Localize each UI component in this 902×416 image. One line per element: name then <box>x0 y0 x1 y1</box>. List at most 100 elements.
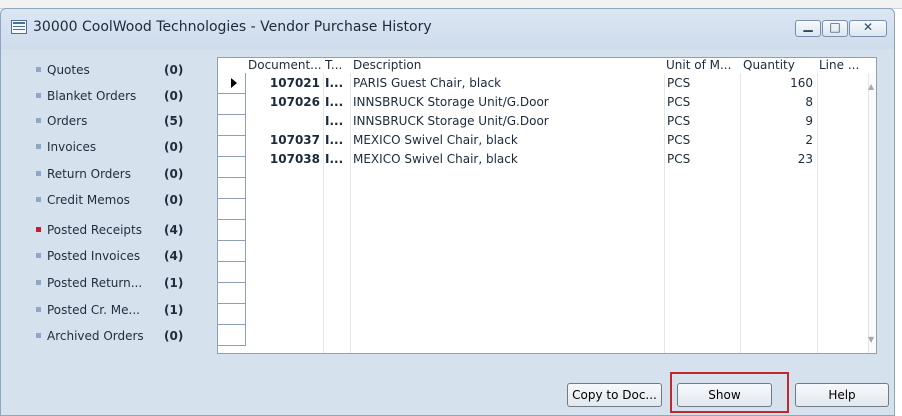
nav-item-label[interactable]: Archived Orders <box>47 329 144 343</box>
column-header-type[interactable]: T... <box>325 58 353 73</box>
row-selector[interactable] <box>218 157 246 178</box>
bullet-icon <box>36 197 41 202</box>
cell-unit[interactable]: PCS <box>667 151 737 167</box>
nav-item-posted-invoices[interactable]: Posted Invoices (4) <box>14 246 214 268</box>
help-button[interactable]: Help <box>795 383 889 407</box>
cell-description[interactable]: INNSBRUCK Storage Unit/G.Door <box>353 94 653 110</box>
cell-quantity[interactable]: 8 <box>743 94 813 110</box>
cell-quantity[interactable]: 23 <box>743 151 813 167</box>
cell-unit[interactable]: PCS <box>667 132 737 148</box>
row-selector[interactable] <box>218 304 246 325</box>
cell-unit[interactable]: PCS <box>667 113 737 129</box>
nav-item-count: (4) <box>164 249 184 263</box>
column-header-description[interactable]: Description <box>353 58 533 73</box>
nav-item-count: (4) <box>164 223 184 237</box>
row-selector[interactable] <box>218 241 246 262</box>
nav-item-label[interactable]: Posted Cr. Me... <box>47 303 140 317</box>
nav-item-count: (0) <box>164 329 184 343</box>
column-header-line[interactable]: Line ... <box>819 58 864 73</box>
cell-type[interactable]: I... <box>325 132 349 148</box>
nav-item-posted-receipts[interactable]: Posted Receipts (4) <box>14 220 214 242</box>
copy-to-document-button[interactable]: Copy to Doc... <box>567 383 662 407</box>
scroll-up-icon[interactable]: ▲ <box>868 82 874 91</box>
column-header-document[interactable]: Document... <box>248 58 323 73</box>
minimize-button[interactable]: ▁ <box>795 18 821 37</box>
nav-item-quotes[interactable]: Quotes (0) <box>14 60 214 82</box>
window-title: 30000 CoolWood Technologies - Vendor Pur… <box>33 19 432 35</box>
cell-unit[interactable]: PCS <box>667 94 737 110</box>
cell-document[interactable]: 107021 <box>248 75 320 91</box>
title-bar: 30000 CoolWood Technologies - Vendor Pur… <box>1 9 894 45</box>
close-icon: ✕ <box>862 20 874 34</box>
nav-item-label[interactable]: Blanket Orders <box>47 89 136 103</box>
cell-quantity[interactable]: 160 <box>743 75 813 91</box>
nav-item-archived-orders[interactable]: Archived Orders (0) <box>14 326 214 348</box>
cell-document[interactable]: 107026 <box>248 94 320 110</box>
bullet-icon <box>36 93 41 98</box>
close-button[interactable]: ✕ <box>849 20 887 37</box>
nav-item-label[interactable]: Invoices <box>47 140 96 154</box>
nav-item-return-orders[interactable]: Return Orders (0) <box>14 164 214 186</box>
cell-document[interactable]: 107037 <box>248 132 320 148</box>
row-selector[interactable] <box>218 220 246 241</box>
nav-item-count: (0) <box>164 193 184 207</box>
nav-item-label[interactable]: Posted Invoices <box>47 249 140 263</box>
column-divider <box>350 73 351 353</box>
bullet-icon <box>36 118 41 123</box>
bullet-icon <box>36 307 41 312</box>
cell-type[interactable]: I... <box>325 151 349 167</box>
nav-item-blanket-orders[interactable]: Blanket Orders (0) <box>14 86 214 108</box>
nav-item-label[interactable]: Posted Receipts <box>47 223 142 237</box>
grid-header: Document... T... Description Unit of M..… <box>218 58 876 73</box>
row-selector[interactable] <box>218 136 246 157</box>
column-divider <box>740 73 741 353</box>
nav-item-orders[interactable]: Orders (5) <box>14 111 214 133</box>
cell-type[interactable]: I... <box>325 94 349 110</box>
highlight-box <box>670 372 789 413</box>
nav-item-label[interactable]: Credit Memos <box>47 193 130 207</box>
row-selector[interactable] <box>218 262 246 283</box>
row-selector[interactable] <box>218 178 246 199</box>
nav-item-credit-memos[interactable]: Credit Memos (0) <box>14 190 214 212</box>
cell-type[interactable]: I... <box>325 75 349 91</box>
vertical-scrollbar[interactable]: ▲ ▼ <box>868 73 876 353</box>
purchase-lines-grid[interactable]: Document... T... Description Unit of M..… <box>217 57 877 354</box>
nav-item-count: (0) <box>164 89 184 103</box>
maximize-button[interactable]: □ <box>822 20 848 37</box>
scroll-down-icon[interactable]: ▼ <box>868 335 874 344</box>
nav-item-invoices[interactable]: Invoices (0) <box>14 137 214 159</box>
column-header-quantity[interactable]: Quantity <box>743 58 801 73</box>
column-divider <box>323 73 324 353</box>
nav-item-count: (1) <box>164 276 184 290</box>
column-divider <box>817 73 818 353</box>
nav-item-posted-return[interactable]: Posted Return... (1) <box>14 273 214 295</box>
nav-item-label[interactable]: Quotes <box>47 63 90 77</box>
nav-item-label[interactable]: Posted Return... <box>47 276 142 290</box>
maximize-icon: □ <box>829 20 841 34</box>
nav-item-count: (0) <box>164 63 184 77</box>
row-selector[interactable] <box>218 325 246 346</box>
row-selector[interactable] <box>218 283 246 304</box>
cell-quantity[interactable]: 2 <box>743 132 813 148</box>
row-selector-current[interactable] <box>218 73 246 94</box>
nav-item-label[interactable]: Return Orders <box>47 167 131 181</box>
nav-item-label[interactable]: Orders <box>47 114 87 128</box>
bullet-icon <box>36 144 41 149</box>
nav-item-count: (0) <box>164 140 184 154</box>
cell-document[interactable]: 107038 <box>248 151 320 167</box>
nav-item-posted-cr-memos[interactable]: Posted Cr. Me... (1) <box>14 300 214 322</box>
column-header-unit[interactable]: Unit of M... <box>666 58 741 73</box>
cell-description[interactable]: MEXICO Swivel Chair, black <box>353 151 653 167</box>
cell-unit[interactable]: PCS <box>667 75 737 91</box>
cell-type[interactable]: I... <box>325 113 349 129</box>
row-selector[interactable] <box>218 115 246 136</box>
row-selector[interactable] <box>218 94 246 115</box>
cell-description[interactable]: PARIS Guest Chair, black <box>353 75 653 91</box>
cell-description[interactable]: MEXICO Swivel Chair, black <box>353 132 653 148</box>
cell-description[interactable]: INNSBRUCK Storage Unit/G.Door <box>353 113 653 129</box>
nav-item-count: (5) <box>164 114 184 128</box>
minimize-icon: ▁ <box>803 18 813 32</box>
bullet-icon <box>36 280 41 285</box>
cell-quantity[interactable]: 9 <box>743 113 813 129</box>
row-selector[interactable] <box>218 199 246 220</box>
